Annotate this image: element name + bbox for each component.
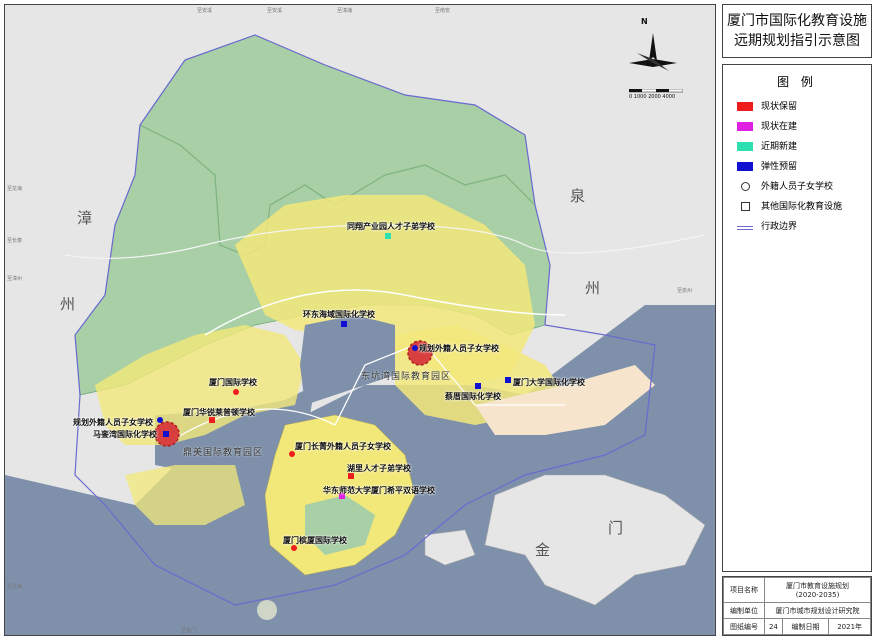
school-label: 马銮湾国际化学校 xyxy=(93,430,157,439)
school-label: 规划外籍人员子女学校 xyxy=(419,344,499,353)
place-label: 至长泰 xyxy=(7,238,23,244)
info-cell: 2021年 xyxy=(828,618,871,635)
swatch-teal xyxy=(737,142,753,151)
region-quan: 泉 xyxy=(570,187,586,205)
zone-dingmei: 鼎美国际教育园区 xyxy=(183,448,264,458)
legend-label: 外籍人员子女学校 xyxy=(761,182,834,192)
school-marker[interactable] xyxy=(475,383,481,389)
region-zhou-left: 州 xyxy=(60,295,76,313)
legend: 图 例 现状保留 现状在建 近期新建 弹性预留 外籍人员子女学校 其他国际化教育… xyxy=(722,64,872,572)
info-cell: 图纸编号 xyxy=(723,618,765,635)
side-panel: 厦门市国际化教育设施 远期规划指引示意图 图 例 现状保留 现状在建 近期新建 … xyxy=(722,4,872,636)
school-marker[interactable] xyxy=(505,377,511,383)
legend-item: 其他国际化教育设施 xyxy=(723,200,871,220)
info-cell: 编制日期 xyxy=(781,618,830,635)
school-label: 同翔产业园人才子弟学校 xyxy=(347,222,435,231)
school-label: 华东师范大学厦门希平双语学校 xyxy=(323,486,435,495)
legend-label: 现状在建 xyxy=(761,122,798,132)
school-label: 厦门国际学校 xyxy=(209,378,257,387)
info-cell: 厦门市教育设施规划 (2020-2035) xyxy=(764,576,871,604)
info-cell: 项目名称 xyxy=(723,576,765,604)
school-marker[interactable] xyxy=(341,321,347,327)
legend-item: 现状保留 xyxy=(723,100,871,120)
school-label: 蔡厝国际化学校 xyxy=(445,392,501,401)
legend-label: 其他国际化教育设施 xyxy=(761,202,843,212)
square-outline-icon xyxy=(741,202,750,211)
map-view[interactable]: N 0 1000 2000 4000 漳 州 泉 州 金 门 东坑湾国际教育园区… xyxy=(4,4,716,636)
legend-label: 近期新建 xyxy=(761,142,798,152)
title-box: 厦门市国际化教育设施 远期规划指引示意图 xyxy=(722,4,872,58)
region-zhang: 漳 xyxy=(77,209,93,227)
school-marker[interactable] xyxy=(157,417,163,423)
project-period: (2020-2035) xyxy=(795,591,840,600)
region-men: 门 xyxy=(608,519,624,537)
school-marker[interactable] xyxy=(385,233,391,239)
place-label: 至金门 xyxy=(181,628,197,634)
school-marker[interactable] xyxy=(412,345,418,351)
region-zhou-right: 州 xyxy=(585,279,601,297)
north-label: N xyxy=(641,17,648,26)
legend-label: 行政边界 xyxy=(761,222,798,232)
title-line2: 远期规划指引示意图 xyxy=(734,33,860,49)
school-marker[interactable] xyxy=(163,431,169,437)
project-name: 厦门市教育设施规划 xyxy=(786,582,849,591)
info-table: 项目名称 厦门市教育设施规划 (2020-2035) 编制单位 厦门市城市规划设计… xyxy=(723,576,871,635)
swatch-blue xyxy=(737,162,753,171)
legend-item: 现状在建 xyxy=(723,120,871,140)
school-label: 厦门槟厦国际学校 xyxy=(283,536,347,545)
place-label: 至安溪 xyxy=(197,8,213,14)
place-label: 至龙海 xyxy=(7,584,23,590)
school-marker[interactable] xyxy=(233,389,239,395)
title-block: 项目名称 厦门市教育设施规划 (2020-2035) 编制单位 厦门市城市规划设计… xyxy=(722,576,872,636)
place-label: 至南安 xyxy=(435,8,451,14)
map-canvas xyxy=(5,34,715,635)
place-label: 至漳浦 xyxy=(337,8,353,14)
place-label: 至泉州 xyxy=(677,288,693,294)
legend-item: 近期新建 xyxy=(723,140,871,160)
legend-label: 现状保留 xyxy=(761,102,798,112)
swatch-red xyxy=(737,102,753,111)
place-label: 至漳州 xyxy=(7,276,23,282)
school-label: 湖里人才子弟学校 xyxy=(347,464,411,473)
school-label: 厦门华锐莱普顿学校 xyxy=(183,408,255,417)
place-label: 至安溪 xyxy=(267,8,283,14)
legend-label: 弹性预留 xyxy=(761,162,798,172)
info-cell: 厦门市城市规划设计研究院 xyxy=(764,602,871,620)
plan-sheet: N 0 1000 2000 4000 漳 州 泉 州 金 门 东坑湾国际教育园区… xyxy=(0,0,876,640)
legend-item: 弹性预留 xyxy=(723,160,871,180)
zone-dongjie: 东坑湾国际教育园区 xyxy=(361,372,452,382)
place-label: 至龙海 xyxy=(7,186,23,192)
scale-label: 0 1000 2000 4000 xyxy=(629,94,676,100)
info-cell: 24 xyxy=(764,618,783,635)
info-cell: 编制单位 xyxy=(723,602,765,620)
islet xyxy=(257,600,277,620)
legend-item: 外籍人员子女学校 xyxy=(723,180,871,200)
school-label: 规划外籍人员子女学校 xyxy=(73,418,153,427)
circle-outline-icon xyxy=(741,182,750,191)
boundary-line-icon xyxy=(737,226,753,230)
swatch-magenta xyxy=(737,122,753,131)
school-label: 环东海域国际化学校 xyxy=(303,310,375,319)
north-arrow-icon xyxy=(629,33,677,71)
legend-item: 行政边界 xyxy=(723,220,871,240)
school-label: 厦门大学国际化学校 xyxy=(513,378,585,387)
legend-title: 图 例 xyxy=(777,75,817,89)
title-line1: 厦门市国际化教育设施 xyxy=(727,13,867,29)
school-label: 厦门长菁外籍人员子女学校 xyxy=(295,442,391,451)
region-jin: 金 xyxy=(535,541,551,559)
